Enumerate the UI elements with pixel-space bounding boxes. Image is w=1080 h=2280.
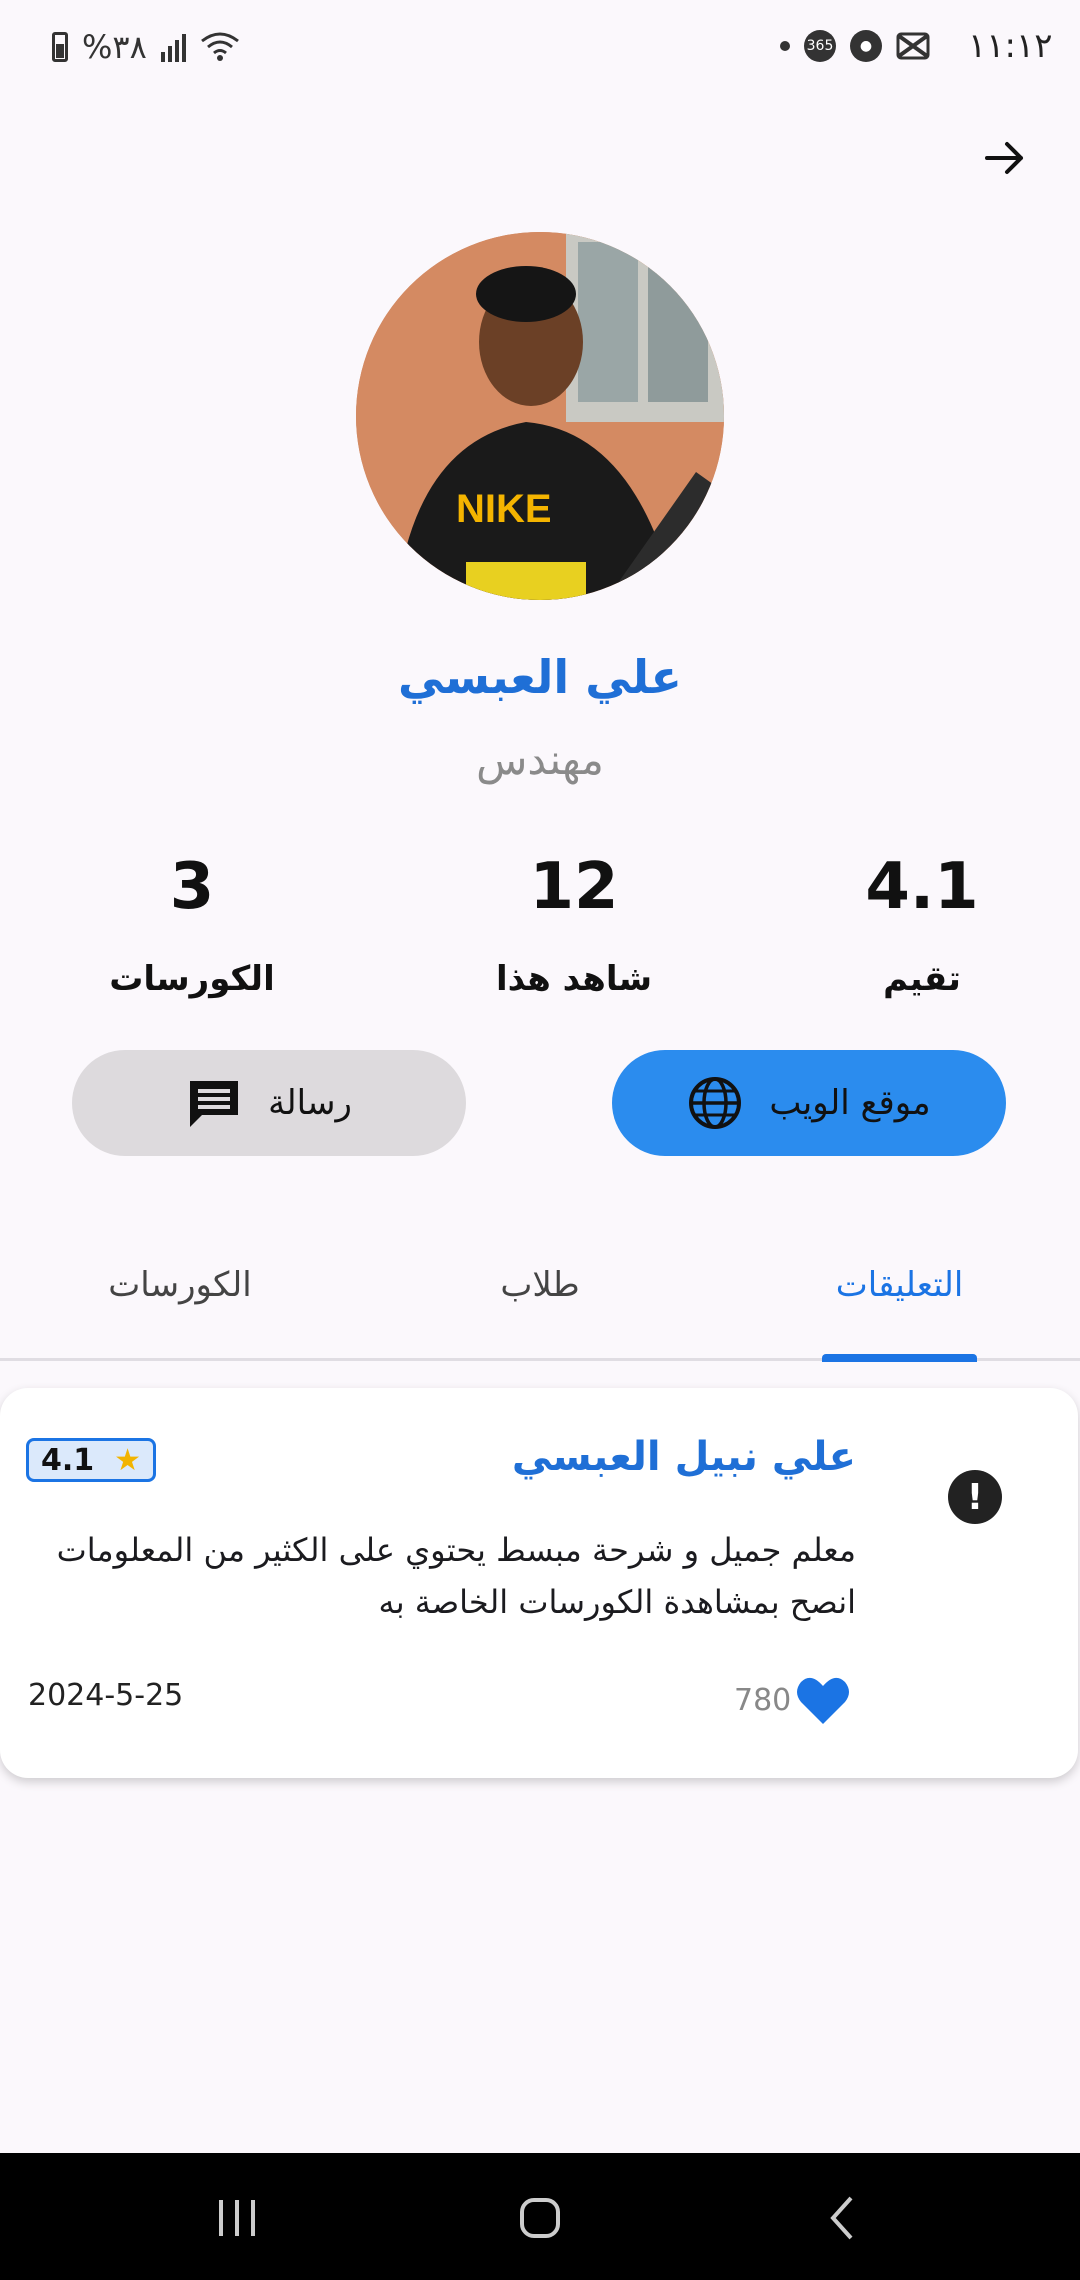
message-button-label: رسالة [268, 1083, 352, 1123]
soccer-ball-icon: ● [850, 30, 882, 62]
review-rating-value: 4.1 [41, 1442, 95, 1478]
message-button[interactable]: رسالة [72, 1050, 466, 1156]
like-button[interactable]: 780 [734, 1674, 851, 1726]
capcut-icon [896, 32, 930, 60]
notification-icons: 365 ● [780, 30, 930, 62]
review-card: 4.1 ★ علي نبيل العبسي ! معلم جميل و شرحة… [0, 1388, 1078, 1778]
review-rating-badge: 4.1 ★ [26, 1438, 156, 1482]
reviewer-name: علي نبيل العبسي [511, 1434, 856, 1480]
stat-courses-label: الكورسات [109, 959, 275, 999]
svg-text:NIKE: NIKE [456, 487, 552, 531]
website-button[interactable]: موقع الويب [612, 1050, 1006, 1156]
tab-indicator [822, 1354, 977, 1362]
stat-courses-value: 3 [169, 850, 215, 924]
status-bar: %٣٨ 365 ● ١١:١٢ [0, 0, 1080, 100]
home-button[interactable] [510, 2188, 570, 2248]
stat-courses: 3 الكورسات [42, 855, 342, 999]
tab-courses[interactable]: الكورسات [90, 1265, 270, 1305]
review-date: 2024-5-25 [28, 1678, 184, 1713]
stat-views-label: شاهد هذا [495, 959, 653, 999]
avatar-photo: NIKE [356, 232, 724, 600]
likes-count: 780 [734, 1682, 792, 1718]
globe-icon [689, 1077, 742, 1129]
signal-icon [160, 32, 186, 62]
back-button[interactable] [975, 128, 1035, 188]
tab-students[interactable]: طلاب [470, 1265, 610, 1305]
tab-students-label: طلاب [500, 1265, 580, 1305]
arrow-right-icon [985, 142, 1023, 174]
battery-icon [52, 32, 68, 62]
chat-icon [190, 1081, 239, 1127]
battery-percent: %٣٨ [82, 28, 147, 66]
review-text: معلم جميل و شرحة مبسط يحتوي على الكثير م… [56, 1531, 856, 1621]
clock: ١١:١٢ [968, 26, 1053, 66]
recent-apps-icon [219, 2200, 255, 2236]
system-navigation-bar [0, 2153, 1080, 2280]
stat-rating-value: 4.1 [865, 850, 979, 924]
stat-views: 12 شاهد هذا [424, 855, 724, 999]
tab-comments-label: التعليقات [835, 1265, 964, 1305]
heart-icon [797, 1677, 850, 1724]
star-icon: ★ [114, 1442, 141, 1478]
website-button-label: موقع الويب [769, 1083, 931, 1123]
recent-apps-button[interactable] [207, 2188, 267, 2248]
profile-job-title: مهندس [476, 735, 604, 784]
tab-courses-label: الكورسات [108, 1265, 252, 1305]
wifi-icon [200, 32, 239, 61]
back-nav-button[interactable] [813, 2188, 873, 2248]
stat-rating-label: تقيم [883, 959, 961, 999]
profile-name: علي العبسي [398, 650, 682, 704]
status-left: %٣٨ [52, 28, 240, 66]
avatar: NIKE [356, 232, 724, 600]
stat-views-value: 12 [529, 850, 619, 924]
tab-comments[interactable]: التعليقات [812, 1265, 987, 1305]
stat-rating: 4.1 تقيم [772, 855, 1072, 999]
home-icon [520, 2198, 560, 2238]
chevron-left-icon [830, 2196, 853, 2240]
exclamation-icon[interactable]: ! [948, 1470, 1002, 1524]
app-365-icon: 365 [804, 30, 836, 62]
notification-dot-icon [780, 41, 790, 51]
